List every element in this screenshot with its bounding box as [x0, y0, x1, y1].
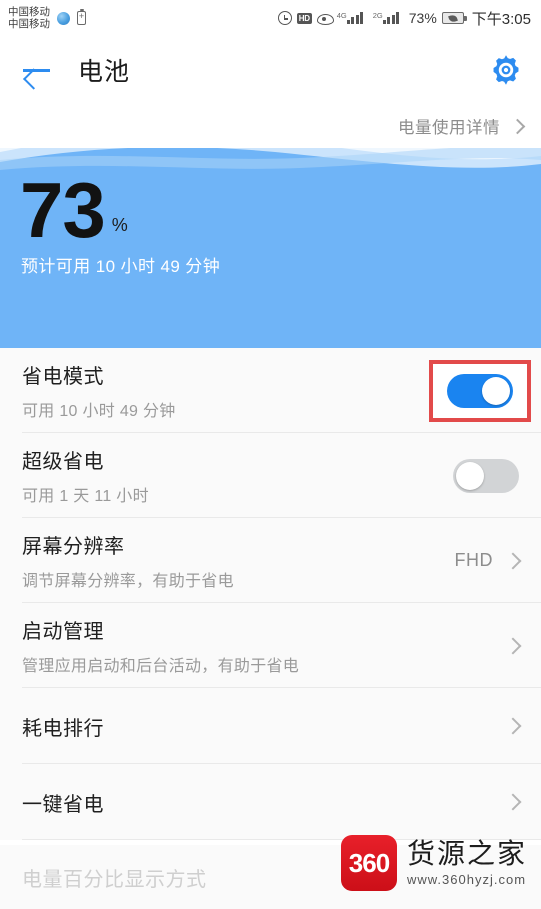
row-subtitle: 可用 10 小时 49 分钟: [22, 403, 176, 420]
row-ultra-power-saving[interactable]: 超级省电 可用 1 天 11 小时: [0, 433, 541, 518]
page-title: 电池: [78, 58, 131, 86]
row-subtitle: 管理应用启动和后台活动，有助于省电: [22, 658, 300, 675]
row-title: 一键省电: [22, 793, 104, 816]
app-bar: 电池: [0, 36, 541, 104]
row-control: FHD: [454, 550, 522, 571]
row-title: 超级省电: [22, 451, 104, 473]
row-text: 省电模式 可用 10 小时 49 分钟: [22, 360, 176, 421]
battery-level-value: 73: [20, 166, 106, 254]
gear-icon-svg: [493, 55, 519, 85]
row-title: 启动管理: [22, 621, 104, 643]
ultra-power-saving-toggle[interactable]: [453, 458, 519, 493]
chevron-right-icon: [509, 118, 526, 134]
toggle-knob: [482, 376, 510, 405]
row-control: [504, 717, 522, 735]
percent-sign: %: [111, 215, 128, 235]
signal-2g-icon: 2G: [372, 11, 404, 24]
chevron-right-icon: [504, 637, 522, 654]
row-subtitle: 调节屏幕分辨率，有助于省电: [22, 573, 234, 590]
battery-estimate-text: 预计可用 10 小时 49 分钟: [21, 257, 221, 276]
chevron-right-icon: [504, 793, 522, 811]
row-startup-management[interactable]: 启动管理 管理应用启动和后台活动，有助于省电: [0, 603, 541, 688]
status-battery-percent: 73%: [408, 10, 437, 26]
battery-usage-detail-label: 电量使用详情: [398, 119, 500, 137]
status-bar-left: 中国移动 中国移动: [8, 6, 86, 30]
highlight-annotation-box: [429, 359, 531, 422]
watermark-url: www.360hyzj.com: [406, 872, 527, 887]
gear-icon[interactable]: [489, 53, 523, 87]
power-saving-mode-toggle[interactable]: [447, 373, 513, 408]
eye-icon: [316, 13, 334, 25]
carrier-name-sim1: 中国移动: [8, 6, 50, 18]
row-power-consumption-ranking[interactable]: 耗电排行: [0, 688, 541, 764]
row-title: 屏幕分辨率: [22, 536, 125, 558]
row-subtitle: 可用 1 天 11 小时: [22, 488, 149, 505]
hd-icon: HD: [296, 12, 312, 24]
row-power-saving-mode[interactable]: 省电模式 可用 10 小时 49 分钟: [0, 348, 541, 433]
row-control: [453, 458, 519, 493]
row-title: 耗电排行: [22, 717, 104, 740]
row-title: 省电模式: [22, 366, 104, 388]
settings-list: 省电模式 可用 10 小时 49 分钟 超级省电 可用 1 天 11 小时 屏幕…: [0, 348, 541, 840]
globe-icon: [57, 11, 70, 25]
status-clock: 下午3:05: [471, 10, 531, 28]
chevron-right-icon: [504, 717, 522, 735]
carrier-labels: 中国移动 中国移动: [8, 6, 50, 30]
screen-resolution-value: FHD: [454, 550, 493, 570]
row-text: 一键省电: [22, 788, 104, 817]
charging-battery-icon: [77, 9, 86, 25]
watermark-text: 货源之家 www.360hyzj.com: [406, 838, 527, 888]
watermark: 360 货源之家 www.360hyzj.com: [340, 835, 527, 891]
row-text: 屏幕分辨率 调节屏幕分辨率，有助于省电: [22, 530, 234, 591]
row-one-key-power-saving[interactable]: 一键省电: [0, 764, 541, 840]
row-control: [504, 637, 522, 654]
carrier-name-sim2: 中国移动: [8, 18, 50, 30]
row-text: 耗电排行: [22, 712, 104, 741]
watermark-brand: 货源之家: [406, 838, 527, 869]
battery-saver-leaf-icon: [441, 12, 467, 24]
battery-level-display: 73 %: [20, 166, 128, 254]
battery-usage-detail-link[interactable]: 电量使用详情: [0, 104, 541, 148]
signal-4g-label: 4G: [336, 11, 347, 21]
battery-level-panel: 73 % 预计可用 10 小时 49 分钟: [0, 148, 541, 348]
watermark-logo-icon: 360: [340, 835, 397, 891]
row-control: [504, 793, 522, 811]
status-bar: 中国移动 中国移动 HD 4G 2G 73% 下午3:05: [0, 0, 541, 36]
row-text: 超级省电 可用 1 天 11 小时: [22, 445, 149, 506]
chevron-right-icon: [504, 552, 522, 569]
row-title: 电量百分比显示方式: [22, 868, 207, 891]
row-screen-resolution[interactable]: 屏幕分辨率 调节屏幕分辨率，有助于省电 FHD: [0, 518, 541, 603]
alarm-icon: [277, 11, 292, 25]
back-arrow-icon[interactable]: [22, 57, 56, 83]
status-bar-right: HD 4G 2G 73% 下午3:05: [277, 8, 531, 29]
toggle-knob: [456, 461, 484, 490]
signal-2g-label: 2G: [372, 11, 383, 21]
row-text: 启动管理 管理应用启动和后台活动，有助于省电: [22, 615, 299, 676]
signal-4g-icon: 4G: [336, 11, 368, 24]
